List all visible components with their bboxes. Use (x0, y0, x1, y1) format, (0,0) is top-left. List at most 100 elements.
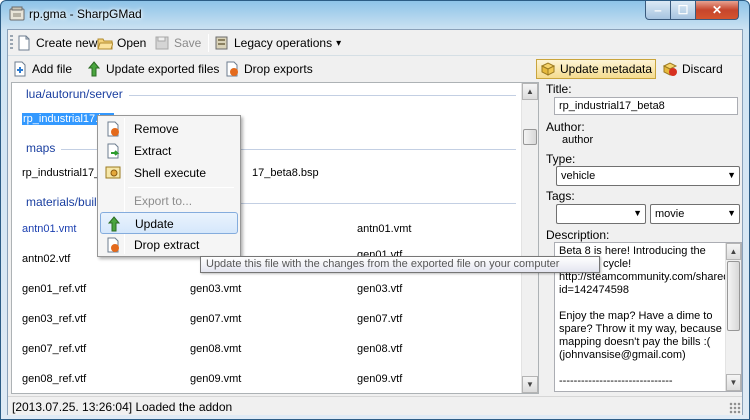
save-button[interactable]: Save (154, 33, 201, 53)
minimize-button[interactable]: ‒ (645, 1, 671, 20)
scrollbar-thumb[interactable] (523, 129, 537, 145)
group-header-lua-autorun-server[interactable]: lua/autorun/server (12, 87, 522, 105)
group-header-materials[interactable]: materials/buil (12, 195, 522, 213)
description-label: Description: (546, 228, 610, 242)
menu-item-shell-execute[interactable]: Shell execute (100, 162, 238, 184)
drop-extract-icon (105, 237, 121, 253)
file-list-view[interactable]: lua/autorun/server rp_industrial17.lua m… (11, 82, 539, 394)
title-field[interactable]: rp_industrial17_beta8 (554, 97, 738, 115)
menu-item-label: Extract (134, 144, 172, 158)
group-header-label: materials/buil (26, 195, 103, 209)
type-label: Type: (546, 152, 576, 166)
title-bar[interactable]: rp.gma - SharpGMad ‒ ☐ ✕ (1, 1, 749, 29)
file-item[interactable]: gen03_ref.vtf (22, 313, 86, 325)
file-item[interactable]: antn01.vmt (357, 223, 411, 235)
tag2-select-value: movie (655, 208, 685, 220)
menu-item-remove[interactable]: Remove (100, 118, 238, 140)
file-item[interactable]: gen08.vmt (190, 343, 241, 355)
legacy-operations-dropdown[interactable]: Legacy operations ▾ (214, 33, 341, 53)
file-item[interactable]: gen07_ref.vtf (22, 343, 86, 355)
scrollbar-thumb[interactable] (727, 261, 740, 331)
legacy-book-icon (214, 35, 230, 51)
file-item-bsp-part2[interactable]: 17_beta8.bsp (252, 167, 319, 179)
description-scrollbar[interactable]: ▲ ▼ (725, 243, 741, 391)
update-metadata-label: Update metadata (560, 62, 653, 76)
menu-item-label: Export to... (134, 194, 193, 208)
type-select-value: vehicle (561, 170, 596, 182)
file-item[interactable]: gen08.vtf (357, 343, 402, 355)
chevron-down-icon: ▼ (633, 208, 642, 218)
file-item[interactable]: gen07.vtf (357, 313, 402, 325)
create-new-button[interactable]: Create new (16, 33, 97, 53)
file-item[interactable]: gen03.vtf (357, 283, 402, 295)
drop-exports-label: Drop exports (244, 62, 313, 76)
open-button[interactable]: Open (97, 33, 146, 53)
update-exported-label: Update exported files (106, 62, 220, 76)
close-icon: ✕ (711, 3, 723, 17)
menu-item-update[interactable]: Update (100, 212, 238, 234)
file-item[interactable]: gen09.vmt (190, 373, 241, 385)
status-text: [2013.07.25. 13:26:04] Loaded the addon (12, 400, 233, 414)
remove-icon (105, 121, 121, 137)
author-label: Author: (546, 120, 585, 134)
scroll-up-icon[interactable]: ▲ (726, 243, 741, 260)
minimize-icon: ‒ (654, 3, 662, 17)
menu-item-label: Remove (134, 122, 179, 136)
group-header-label: maps (26, 141, 62, 155)
chevron-down-icon: ▼ (727, 208, 736, 218)
file-item[interactable]: gen08_ref.vtf (22, 373, 86, 385)
update-exported-files-button[interactable]: Update exported files (86, 59, 219, 79)
add-file-button[interactable]: Add file (12, 59, 72, 79)
toolbar-grip[interactable] (10, 35, 13, 51)
scroll-down-icon[interactable]: ▼ (726, 374, 741, 391)
update-icon (106, 216, 122, 232)
scroll-up-icon[interactable]: ▲ (522, 83, 538, 100)
maximize-icon: ☐ (677, 3, 689, 17)
tag2-select[interactable]: movie ▼ (650, 204, 740, 224)
file-item[interactable]: antn01.vmt (22, 223, 76, 235)
file-toolbar: Add file Update exported files Drop expo… (8, 56, 742, 82)
shell-execute-icon (105, 165, 121, 181)
save-label: Save (174, 36, 202, 50)
title-label: Title: (546, 82, 572, 96)
toolbar-separator (208, 34, 209, 52)
menu-item-drop-extract[interactable]: Drop extract (100, 234, 238, 256)
metadata-panel: Title: rp_industrial17_beta8 Author: aut… (542, 82, 742, 394)
add-file-label: Add file (32, 62, 73, 76)
main-window: rp.gma - SharpGMad ‒ ☐ ✕ Create new Open… (0, 0, 750, 420)
group-header-maps[interactable]: maps (12, 141, 522, 159)
add-file-icon (12, 61, 28, 77)
menu-item-extract[interactable]: Extract (100, 140, 238, 162)
file-item[interactable]: gen01_ref.vtf (22, 283, 86, 295)
sharpgmad-app-icon (9, 6, 25, 22)
maximize-button[interactable]: ☐ (670, 1, 696, 20)
scroll-down-icon[interactable]: ▼ (522, 376, 538, 393)
discard-button[interactable]: Discard (662, 59, 723, 79)
discard-label: Discard (682, 62, 723, 76)
drop-exports-button[interactable]: Drop exports (224, 59, 313, 79)
file-list-scrollbar[interactable]: ▲ ▼ (521, 83, 538, 393)
menu-item-label: Update (135, 217, 174, 231)
file-context-menu: Remove Extract Shell execute Export to..… (97, 115, 241, 257)
close-button[interactable]: ✕ (695, 1, 739, 20)
save-disk-icon (154, 35, 170, 51)
type-select[interactable]: vehicle ▼ (556, 166, 740, 186)
update-tooltip: Update this file with the changes from t… (200, 256, 600, 273)
main-toolbar: Create new Open Save Legacy operations ▾ (8, 30, 742, 56)
status-bar: [2013.07.25. 13:26:04] Loaded the addon (8, 396, 742, 415)
menu-item-label: Shell execute (134, 166, 207, 180)
menu-separator (128, 187, 234, 188)
menu-item-label: Drop extract (134, 238, 200, 252)
file-item-bsp-part1[interactable]: rp_industrial17_b (22, 167, 106, 179)
update-metadata-button[interactable]: Update metadata (536, 59, 657, 79)
file-item[interactable]: gen09.vtf (357, 373, 402, 385)
file-item[interactable]: gen07.vmt (190, 313, 241, 325)
resize-grip[interactable] (729, 402, 741, 414)
new-document-icon (16, 35, 32, 51)
create-new-label: Create new (36, 36, 98, 50)
menu-item-export-to[interactable]: Export to... (100, 190, 238, 212)
tag1-select[interactable]: ▼ (556, 204, 646, 224)
file-item[interactable]: gen03.vmt (190, 283, 241, 295)
author-value: author (562, 134, 594, 146)
file-item[interactable]: antn02.vtf (22, 253, 70, 265)
